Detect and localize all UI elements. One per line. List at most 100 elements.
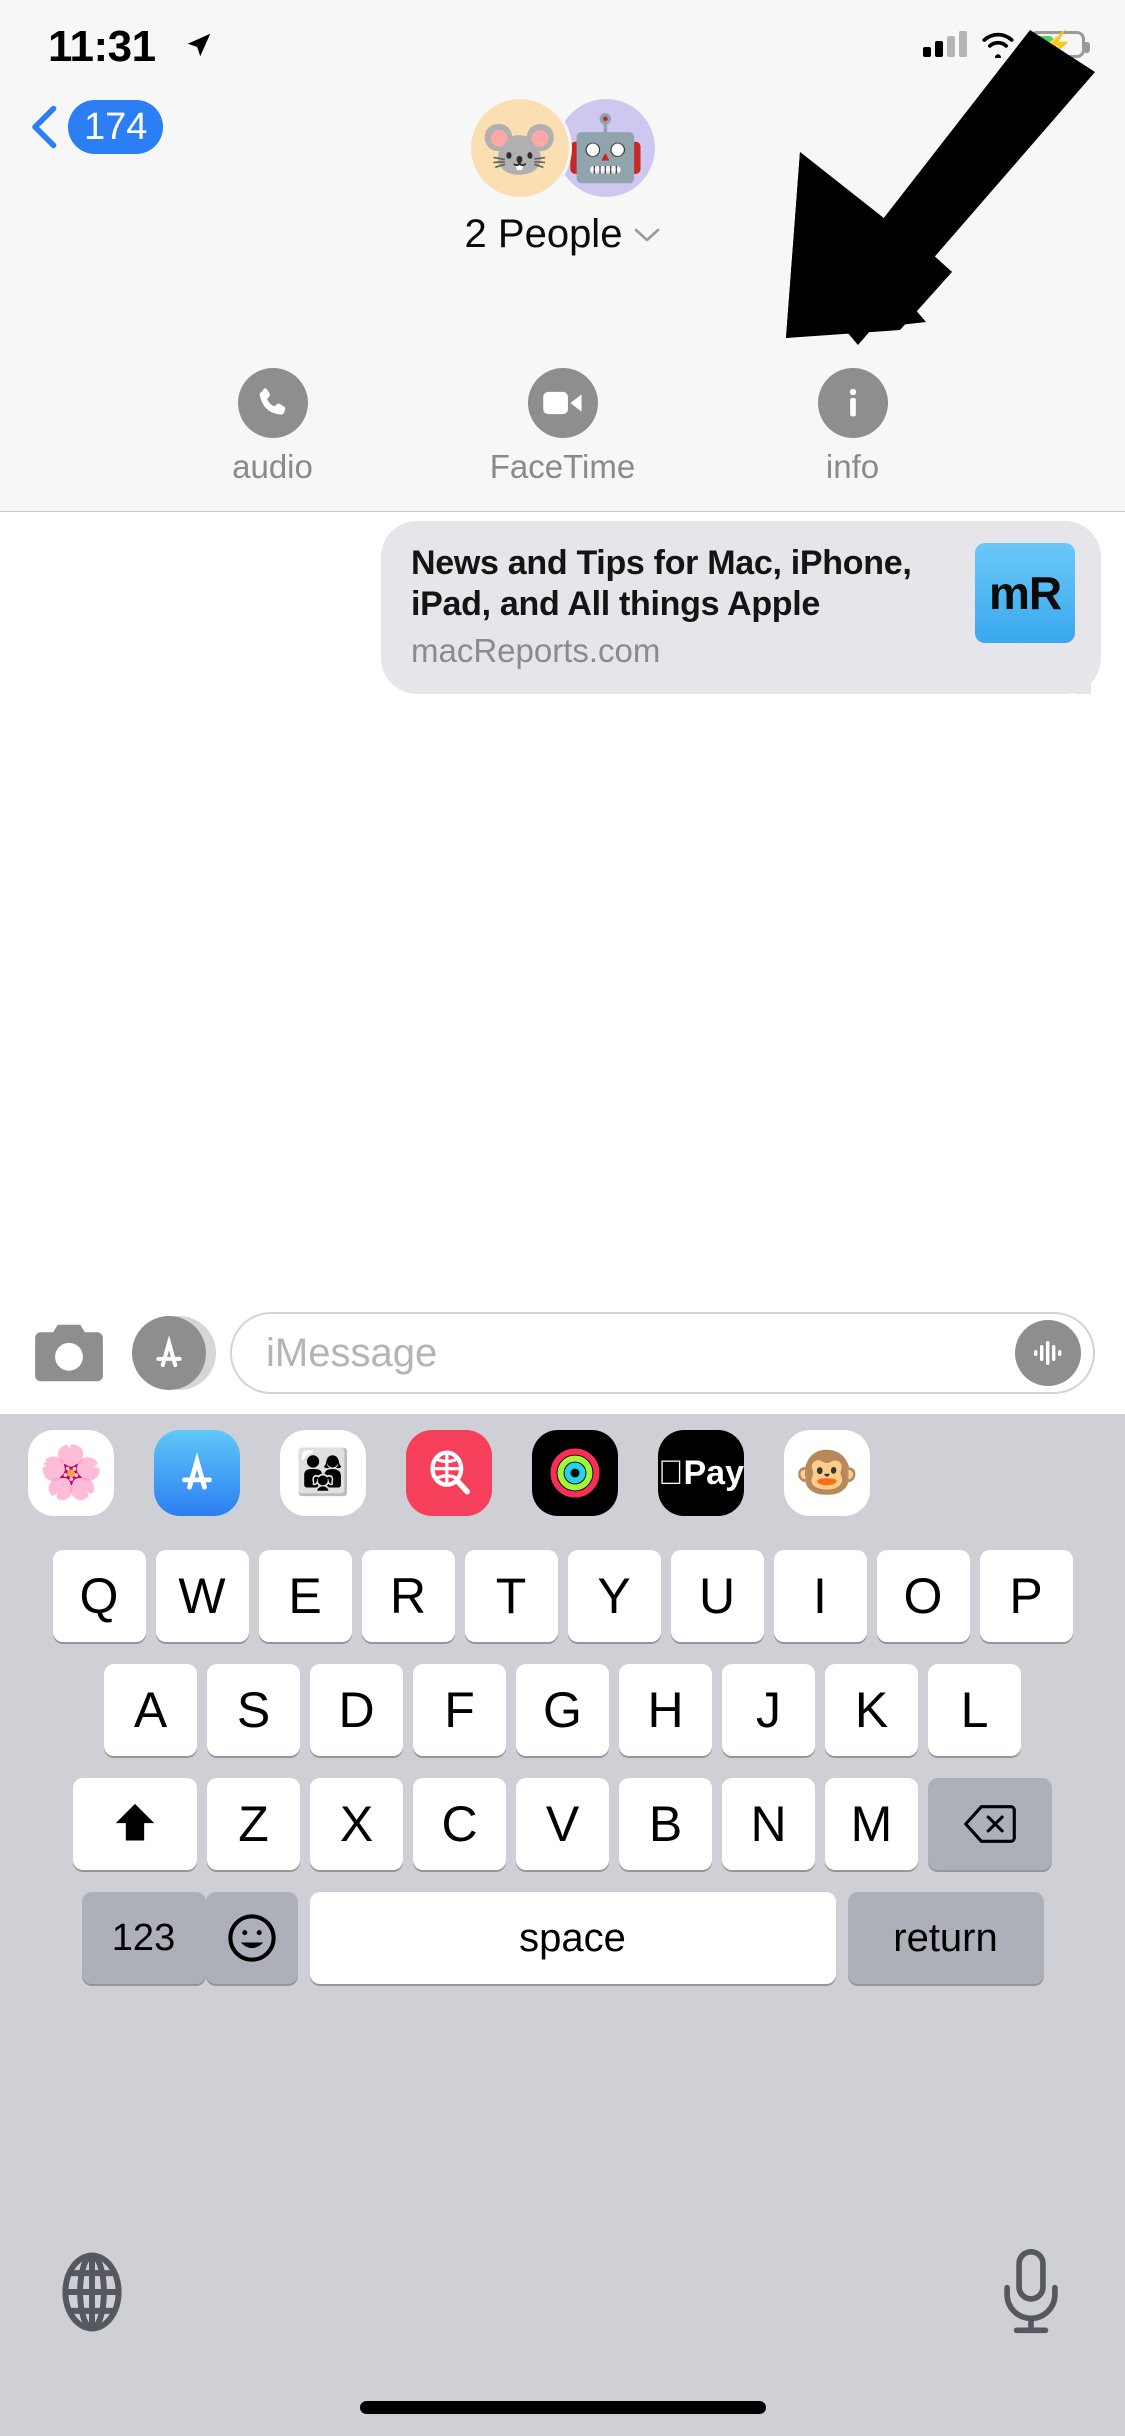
key-x[interactable]: X bbox=[310, 1778, 403, 1870]
key-d[interactable]: D bbox=[310, 1664, 403, 1756]
group-avatars[interactable]: 🤖 🐭 bbox=[0, 88, 1125, 208]
key-r[interactable]: R bbox=[361, 1550, 455, 1642]
camera-icon[interactable] bbox=[30, 1321, 108, 1385]
message-list[interactable]: News and Tips for Mac, iPhone, iPad, and… bbox=[0, 513, 1125, 1313]
bubble-tail bbox=[1051, 655, 1091, 694]
globe-icon[interactable] bbox=[50, 2250, 134, 2334]
link-preview-title: News and Tips for Mac, iPhone, iPad, and… bbox=[411, 544, 912, 624]
key-a[interactable]: A bbox=[104, 1664, 197, 1756]
key-j[interactable]: J bbox=[722, 1664, 815, 1756]
photos-icon: 🌸 bbox=[38, 1444, 104, 1502]
status-bar: 11:31 ⚡ bbox=[0, 0, 1125, 80]
status-time: 11:31 bbox=[48, 22, 156, 71]
on-screen-keyboard[interactable]: Q W E R T Y U I O P A S D F G H J K L Z … bbox=[0, 1532, 1125, 2234]
app-store-icon bbox=[182, 1452, 212, 1490]
keyboard-row-1: Q W E R T Y U I O P bbox=[0, 1550, 1125, 1642]
chevron-down-icon bbox=[635, 228, 660, 241]
link-preview-domain: macReports.com bbox=[411, 631, 661, 669]
conversation-header: 11:31 ⚡ 174 🤖 🐭 2 People audio FaceTime … bbox=[0, 0, 1125, 512]
message-placeholder: iMessage bbox=[266, 1330, 438, 1375]
waveform-glyph bbox=[1034, 1341, 1062, 1365]
message-bubble-link-preview[interactable]: News and Tips for Mac, iPhone, iPad, and… bbox=[381, 521, 1101, 694]
group-title-row[interactable]: 2 People bbox=[0, 212, 1125, 257]
iphone-messages-screen: 11:31 ⚡ 174 🤖 🐭 2 People audio FaceTime … bbox=[0, 0, 1125, 2436]
audio-waveform-icon[interactable] bbox=[1015, 1320, 1081, 1386]
key-numbers[interactable]: 123 bbox=[81, 1892, 206, 1984]
monkey-memoji-icon: 🐵 bbox=[794, 1444, 860, 1502]
key-space[interactable]: space bbox=[309, 1892, 836, 1984]
info-circle-icon bbox=[817, 368, 888, 438]
app-store[interactable] bbox=[154, 1430, 240, 1516]
key-p[interactable]: P bbox=[979, 1550, 1073, 1642]
message-input-bar: iMessage bbox=[0, 1292, 1125, 1414]
wifi-icon bbox=[982, 32, 1014, 58]
key-k[interactable]: K bbox=[825, 1664, 918, 1756]
location-arrow-icon bbox=[187, 33, 211, 57]
key-u[interactable]: U bbox=[670, 1550, 764, 1642]
key-g[interactable]: G bbox=[516, 1664, 609, 1756]
info-label: info bbox=[825, 448, 880, 485]
bubble-text-block: News and Tips for Mac, iPhone, iPad, and… bbox=[411, 543, 959, 670]
link-preview-thumbnail: mR bbox=[975, 543, 1075, 643]
smiley-face-icon bbox=[227, 1914, 276, 1962]
facetime-label: FaceTime bbox=[489, 448, 636, 485]
key-z[interactable]: Z bbox=[207, 1778, 300, 1870]
home-indicator[interactable] bbox=[359, 2401, 766, 2414]
audio-call-button[interactable]: audio bbox=[198, 368, 348, 486]
app-activity[interactable] bbox=[532, 1430, 618, 1516]
key-emoji[interactable] bbox=[205, 1892, 298, 1984]
header-action-buttons: audio FaceTime info bbox=[0, 368, 1125, 486]
status-indicators: ⚡ bbox=[923, 28, 1090, 60]
apple-pay-icon: Pay bbox=[658, 1454, 744, 1492]
key-t[interactable]: T bbox=[464, 1550, 558, 1642]
app-monkey-memoji[interactable]: 🐵 bbox=[784, 1430, 870, 1516]
app-photos[interactable]: 🌸 bbox=[28, 1430, 114, 1516]
shift-arrow-icon bbox=[115, 1803, 155, 1841]
app-store-icon[interactable] bbox=[132, 1316, 216, 1390]
key-delete[interactable] bbox=[928, 1778, 1052, 1870]
key-return[interactable]: return bbox=[847, 1892, 1044, 1984]
app-memoji[interactable]: 👨‍👩‍👧 bbox=[280, 1430, 366, 1516]
mouse-memoji-avatar: 🐭 bbox=[467, 96, 572, 200]
phone-icon bbox=[259, 388, 285, 415]
key-q[interactable]: Q bbox=[52, 1550, 146, 1642]
key-w[interactable]: W bbox=[155, 1550, 249, 1642]
backspace-icon bbox=[964, 1805, 1016, 1843]
info-i-glyph bbox=[849, 388, 856, 417]
key-n[interactable]: N bbox=[722, 1778, 815, 1870]
key-m[interactable]: M bbox=[825, 1778, 918, 1870]
memoji-stickers-icon: 👨‍👩‍👧 bbox=[295, 1448, 351, 1497]
key-l[interactable]: L bbox=[928, 1664, 1021, 1756]
key-c[interactable]: C bbox=[413, 1778, 506, 1870]
audio-call-label: audio bbox=[232, 448, 313, 485]
imessage-app-drawer[interactable]: 🌸 👨‍👩‍👧 Pay bbox=[0, 1414, 1125, 1532]
app-music[interactable] bbox=[406, 1430, 492, 1516]
activity-rings-icon bbox=[550, 1448, 600, 1498]
microphone-icon[interactable] bbox=[995, 2248, 1067, 2336]
keyboard-row-2: A S D F G H J K L bbox=[0, 1664, 1125, 1756]
group-title: 2 People bbox=[464, 212, 623, 256]
music-search-icon bbox=[430, 1450, 471, 1495]
facetime-button[interactable]: FaceTime bbox=[488, 368, 638, 486]
keyboard-row-3: Z X C V B N M bbox=[0, 1778, 1125, 1870]
keyboard-bottom-bar bbox=[0, 2228, 1125, 2436]
key-f[interactable]: F bbox=[413, 1664, 506, 1756]
key-b[interactable]: B bbox=[619, 1778, 712, 1870]
key-i[interactable]: I bbox=[773, 1550, 867, 1642]
video-camera-icon-circle bbox=[527, 368, 598, 438]
message-input-field[interactable]: iMessage bbox=[230, 1312, 1095, 1394]
app-store-a-glyph bbox=[156, 1335, 182, 1368]
key-y[interactable]: Y bbox=[567, 1550, 661, 1642]
keyboard-row-4: 123 space return bbox=[0, 1892, 1125, 1984]
phone-icon-circle bbox=[237, 368, 308, 438]
cellular-signal-icon bbox=[923, 31, 967, 57]
key-s[interactable]: S bbox=[207, 1664, 300, 1756]
key-shift[interactable] bbox=[73, 1778, 197, 1870]
app-apple-pay[interactable]: Pay bbox=[658, 1430, 744, 1516]
key-e[interactable]: E bbox=[258, 1550, 352, 1642]
app-store-circle bbox=[132, 1316, 206, 1390]
key-v[interactable]: V bbox=[516, 1778, 609, 1870]
key-o[interactable]: O bbox=[876, 1550, 970, 1642]
info-button[interactable]: info bbox=[778, 368, 928, 486]
key-h[interactable]: H bbox=[619, 1664, 712, 1756]
